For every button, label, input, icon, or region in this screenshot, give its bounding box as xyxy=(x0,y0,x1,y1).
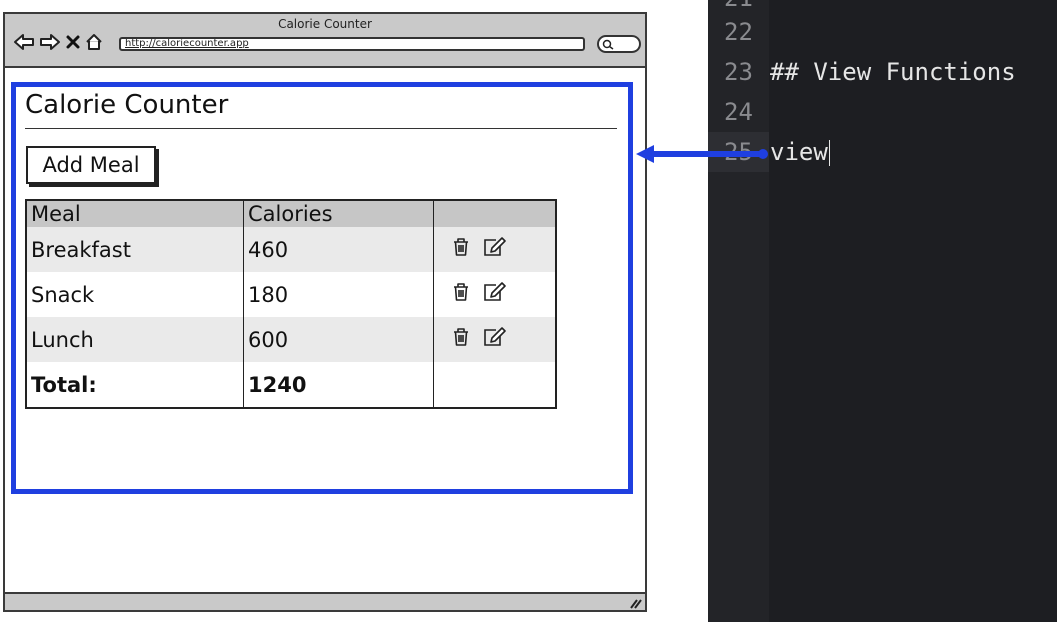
line-number: 24 xyxy=(724,98,753,126)
meal-calories: 600 xyxy=(243,317,434,362)
code-editor[interactable]: 21 22 23 24 25 ## View Functions view xyxy=(708,0,1057,622)
meal-calories: 460 xyxy=(243,227,434,272)
code-line-active[interactable]: view xyxy=(770,132,830,172)
column-header-calories: Calories xyxy=(243,200,434,227)
row-actions xyxy=(434,272,557,317)
table-row: Snack 180 xyxy=(26,272,556,317)
meals-table: Meal Calories Breakfast 460 Snack 180 Lu… xyxy=(25,199,557,409)
row-actions xyxy=(433,227,556,272)
edit-icon[interactable] xyxy=(482,236,506,263)
column-header-actions xyxy=(433,200,556,227)
text-cursor xyxy=(828,140,830,166)
table-row: Breakfast 460 xyxy=(26,227,556,272)
line-number: 23 xyxy=(724,58,753,86)
back-icon[interactable] xyxy=(13,32,35,52)
forward-icon[interactable] xyxy=(39,32,61,52)
code-text: view xyxy=(770,138,828,166)
browser-chrome: Calorie Counter http://caloriecounter.ap… xyxy=(5,14,645,68)
trash-icon[interactable] xyxy=(450,326,472,353)
meal-calories: 180 xyxy=(243,272,434,317)
meal-name: Lunch xyxy=(26,317,244,362)
line-number: 22 xyxy=(724,18,753,46)
home-icon[interactable] xyxy=(85,32,103,52)
column-header-meal: Meal xyxy=(26,200,244,227)
add-meal-button[interactable]: Add Meal xyxy=(26,146,156,184)
meal-name: Snack xyxy=(26,272,244,317)
nav-controls xyxy=(13,30,103,54)
stop-icon[interactable] xyxy=(65,33,81,51)
trash-icon[interactable] xyxy=(450,236,472,263)
total-label: Total: xyxy=(26,362,244,408)
page-title: Calorie Counter xyxy=(25,90,229,120)
title-divider xyxy=(25,128,617,129)
total-value: 1240 xyxy=(243,362,434,408)
window-title: Calorie Counter xyxy=(278,17,372,31)
table-row: Lunch 600 xyxy=(26,317,556,362)
resize-grip-icon[interactable] xyxy=(628,597,642,609)
search-icon xyxy=(602,39,614,50)
meal-name: Breakfast xyxy=(26,227,244,272)
table-header-row: Meal Calories xyxy=(26,200,556,227)
edit-icon[interactable] xyxy=(482,281,506,308)
url-field[interactable]: http://caloriecounter.app xyxy=(119,37,585,51)
status-bar xyxy=(5,592,645,610)
trash-icon[interactable] xyxy=(450,281,472,308)
browser-search-field[interactable] xyxy=(597,35,641,53)
row-actions xyxy=(433,317,556,362)
edit-icon[interactable] xyxy=(482,326,506,353)
connector-arrow xyxy=(636,145,768,163)
total-row: Total: 1240 xyxy=(26,362,556,408)
total-empty-cell xyxy=(434,362,557,408)
code-line[interactable]: ## View Functions xyxy=(770,52,1016,92)
